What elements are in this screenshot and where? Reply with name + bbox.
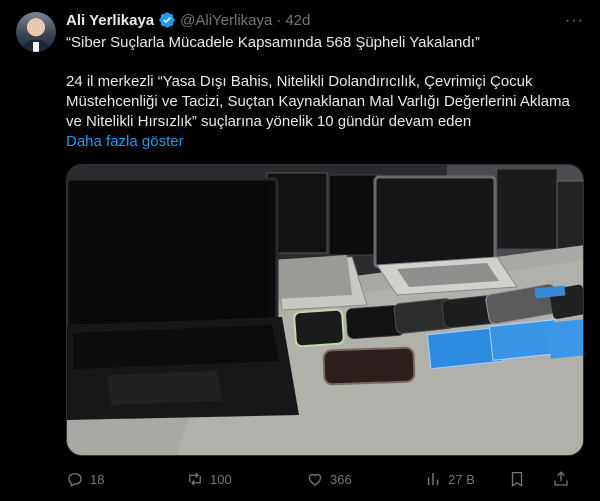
reply-icon: [68, 473, 82, 487]
views-count: 27 B: [448, 471, 475, 487]
reply-button[interactable]: 18: [66, 470, 104, 488]
tweet-text-line: “Siber Suçlarla Mücadele Kapsamında 568 …: [66, 34, 480, 51]
verified-badge-icon: [158, 11, 176, 29]
tweet-header: Ali Yerlikaya @AliYerlikaya · 42d: [66, 10, 310, 30]
tweet-text-line: Müstehcenliği ve Tacizi, Suçtan Kaynakla…: [66, 93, 570, 110]
author-handle[interactable]: @AliYerlikaya: [180, 12, 272, 29]
tweet-text-line: ve Nitelikli Hırsızlık” suçlarına yöneli…: [66, 113, 472, 130]
repost-count: 100: [210, 471, 232, 487]
views-button[interactable]: 27 B: [424, 470, 475, 488]
seized-devices-photo: [67, 165, 583, 455]
reply-count: 18: [90, 471, 105, 487]
avatar[interactable]: [16, 12, 56, 52]
like-icon: [308, 473, 322, 486]
like-count: 366: [330, 471, 352, 487]
tweet-text-line: 24 il merkezli “Yasa Dışı Bahis, Nitelik…: [66, 73, 533, 90]
separator: ·: [276, 11, 282, 29]
share-icon: [554, 471, 568, 486]
show-more-link[interactable]: Daha fazla göster: [66, 133, 184, 150]
bookmark-icon: [511, 471, 523, 488]
repost-icon: [189, 472, 201, 486]
views-icon: [427, 473, 439, 485]
bookmark-button[interactable]: [508, 470, 526, 488]
repost-button[interactable]: 100: [186, 470, 232, 488]
share-button[interactable]: [552, 470, 570, 488]
tweet-text: “Siber Suçlarla Mücadele Kapsamında 568 …: [66, 33, 586, 132]
more-icon[interactable]: ···: [565, 12, 584, 30]
like-button[interactable]: 366: [306, 470, 352, 488]
tweet-photo[interactable]: [66, 164, 584, 456]
tweet-actions: 18 100 366 27 B: [66, 470, 586, 490]
author-name[interactable]: Ali Yerlikaya: [66, 12, 154, 29]
timestamp[interactable]: 42d: [285, 12, 310, 29]
